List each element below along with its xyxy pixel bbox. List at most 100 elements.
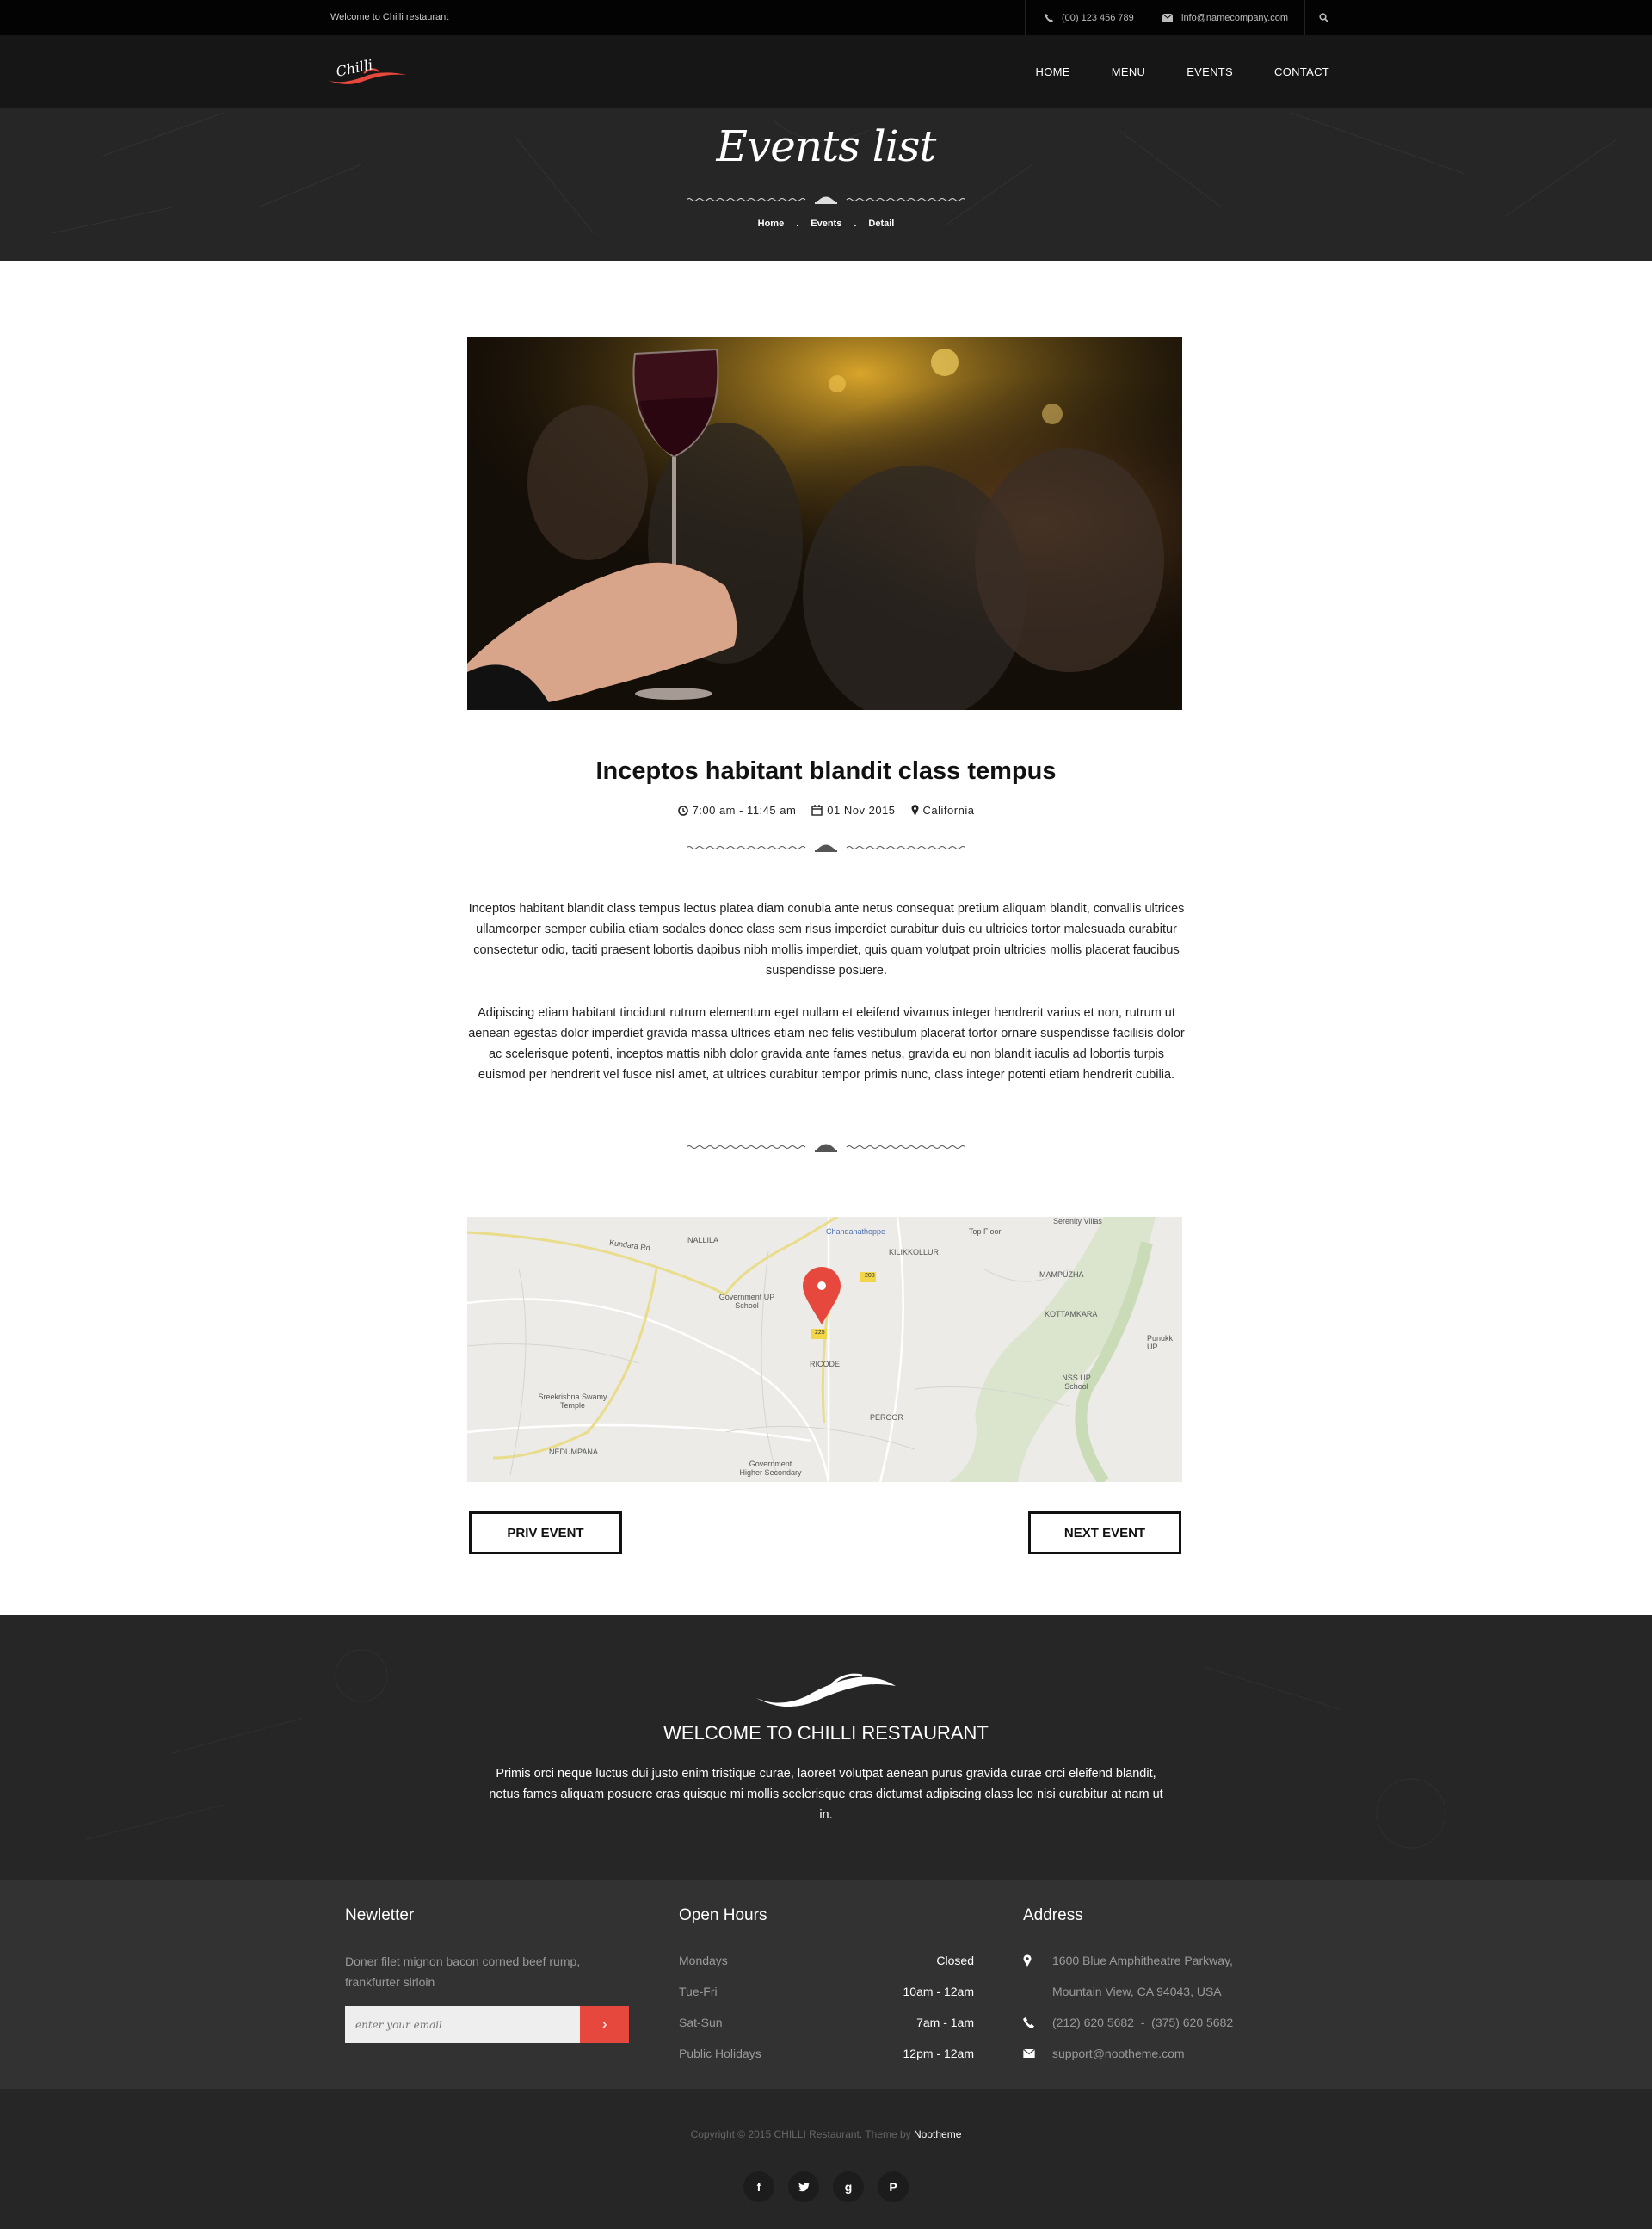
address-line-2: Mountain View, CA 94043, USA <box>1023 1985 1222 1998</box>
hours-row: Tue-Fri 10am - 12am <box>679 1985 974 2005</box>
google-plus-icon[interactable]: g <box>833 2171 864 2202</box>
map-label: KOTTAMKARA <box>1045 1310 1098 1318</box>
texture-background <box>85 1649 1446 1849</box>
clock-icon <box>677 805 688 816</box>
chevron-right-icon: › <box>601 2016 607 2033</box>
map-marker-icon <box>1023 1954 1032 1967</box>
ornament-divider <box>687 1144 965 1152</box>
nav-events[interactable]: EVENTS <box>1187 65 1233 78</box>
event-paragraph-1: Inceptos habitant blandit class tempus l… <box>468 902 1185 978</box>
map-label: Sreekrishna Swamy Temple <box>538 1392 607 1410</box>
search-icon <box>1319 13 1328 22</box>
map-label: RICODE <box>810 1360 841 1368</box>
hours-day: Public Holidays <box>679 2047 761 2060</box>
copyright-author-link[interactable]: Nootheme <box>914 2128 961 2140</box>
hours-row: Mondays Closed <box>679 1954 974 1974</box>
address-phones-text: (212) 620 5682 - (375) 620 5682 <box>1052 2016 1234 2029</box>
nav-menu[interactable]: MENU <box>1112 65 1145 78</box>
nav-home[interactable]: HOME <box>1036 65 1070 78</box>
phone-icon <box>1045 13 1053 22</box>
event-location: California <box>911 804 975 817</box>
location-map[interactable]: Chandanathoppe Serenity Villas Kundara R… <box>467 1217 1182 1482</box>
footer-bottom: Copyright © 2015 CHILLI Restaurant. Them… <box>0 2089 1652 2229</box>
email-contact[interactable]: info@namecompany.com <box>1143 0 1304 35</box>
copyright-text: Copyright © 2015 CHILLI Restaurant. Them… <box>690 2128 915 2140</box>
chilli-logo-icon <box>756 1673 896 1707</box>
event-date-text: 01 Nov 2015 <box>827 804 896 817</box>
facebook-icon[interactable]: f <box>743 2171 774 2202</box>
map-label: NEDUMPANA <box>549 1448 598 1456</box>
address-phones: (212) 620 5682 - (375) 620 5682 <box>1023 2016 1233 2029</box>
pinterest-icon[interactable]: P <box>878 2171 909 2202</box>
hours-day: Mondays <box>679 1954 728 1967</box>
map-label: Punukk UP <box>1147 1334 1174 1351</box>
ornament-divider <box>687 196 965 204</box>
nav-contact[interactable]: CONTACT <box>1274 65 1329 78</box>
phone-text: (00) 123 456 789 <box>1062 12 1134 23</box>
hours-day: Sat-Sun <box>679 2016 723 2029</box>
map-road-shield: 208 <box>865 1273 875 1279</box>
address-email-text[interactable]: support@nootheme.com <box>1052 2047 1185 2060</box>
map-label: Top Floor <box>969 1227 1002 1236</box>
event-title: Inceptos habitant blandit class tempus <box>595 757 1057 785</box>
twitter-icon[interactable] <box>788 2171 819 2202</box>
email-text: info@namecompany.com <box>1181 12 1289 23</box>
event-meta: 7:00 am - 11:45 am 01 Nov 2015 Californi… <box>0 804 1652 817</box>
envelope-icon <box>1162 14 1173 22</box>
hours-time: 12pm - 12am <box>903 2047 974 2060</box>
newsletter-submit-button[interactable]: › <box>580 2006 629 2043</box>
page-header: Chilli HOME MENU EVENTS CONTACT Events l… <box>0 35 1652 261</box>
breadcrumb-detail: Detail <box>868 219 895 229</box>
hours-time: 7am - 1am <box>916 2016 974 2029</box>
phone-icon <box>1023 2016 1034 2028</box>
copyright: Copyright © 2015 CHILLI Restaurant. Them… <box>0 2128 1652 2140</box>
address-title: Address <box>1023 1906 1083 1924</box>
map-label: Government Higher Secondary <box>739 1460 802 1477</box>
hours-row: Public Holidays 12pm - 12am <box>679 2047 974 2067</box>
open-hours-title: Open Hours <box>679 1906 767 1924</box>
event-date: 01 Nov 2015 <box>811 804 895 817</box>
address-line-1: 1600 Blue Amphitheatre Parkway, <box>1023 1954 1233 1967</box>
map-label: Serenity Villas <box>1053 1217 1102 1226</box>
footer-welcome-title: WELCOME TO CHILLI RESTAURANT <box>663 1722 989 1744</box>
map-label: KILIKKOLLUR <box>889 1248 940 1257</box>
footer-welcome: WELCOME TO CHILLI RESTAURANT Primis orci… <box>0 1615 1652 1880</box>
newsletter-text: Doner filet mignon bacon corned beef rum… <box>345 1954 581 1989</box>
newsletter-email-input[interactable] <box>345 2006 580 2043</box>
footer-welcome-text: Primis orci neque luctus dui justo enim … <box>489 1767 1163 1822</box>
map-marker-icon <box>911 805 919 816</box>
address-line-1-text: 1600 Blue Amphitheatre Parkway, <box>1052 1954 1233 1967</box>
phone-contact[interactable]: (00) 123 456 789 <box>1025 0 1137 35</box>
welcome-text: Welcome to Chilli restaurant <box>330 12 449 22</box>
map-label: MAMPUZHA <box>1039 1270 1084 1279</box>
chilli-logo[interactable]: Chilli <box>325 54 411 89</box>
hours-time: Closed <box>936 1954 974 1967</box>
breadcrumb-events[interactable]: Events <box>811 219 841 229</box>
event-time: 7:00 am - 11:45 am <box>677 804 797 817</box>
breadcrumb-home[interactable]: Home <box>758 219 785 229</box>
envelope-icon <box>1023 2049 1035 2058</box>
event-location-text: California <box>922 804 975 817</box>
footer-columns: Newletter Doner filet mignon bacon corne… <box>0 1880 1652 2089</box>
social-links: f g P <box>0 2171 1652 2202</box>
top-bar: Welcome to Chilli restaurant (00) 123 45… <box>0 0 1652 35</box>
page-title: Events list <box>716 121 937 171</box>
event-paragraph-2: Adipiscing etiam habitant tincidunt rutr… <box>468 1006 1185 1082</box>
ornament-divider <box>687 844 965 852</box>
address-line-2-text: Mountain View, CA 94043, USA <box>1052 1985 1222 1998</box>
hours-time: 10am - 12am <box>903 1985 974 1998</box>
event-photo <box>467 337 1182 710</box>
prev-event-button[interactable]: PRIV EVENT <box>469 1511 622 1554</box>
next-event-button[interactable]: NEXT EVENT <box>1028 1511 1181 1554</box>
map-label: NSS UP School <box>1062 1374 1091 1391</box>
newsletter-title: Newletter <box>345 1906 415 1924</box>
map-label: NALLILA <box>687 1236 719 1244</box>
map-label: Government UP School <box>718 1293 775 1310</box>
main-nav: HOME MENU EVENTS CONTACT <box>1036 35 1329 108</box>
map-road-shield: 225 <box>815 1330 825 1336</box>
address-email[interactable]: support@nootheme.com <box>1023 2047 1185 2060</box>
hours-day: Tue-Fri <box>679 1985 718 1998</box>
navbar: Chilli HOME MENU EVENTS CONTACT <box>0 35 1652 108</box>
map-label: PEROOR <box>870 1413 904 1422</box>
search-button[interactable] <box>1304 0 1342 35</box>
